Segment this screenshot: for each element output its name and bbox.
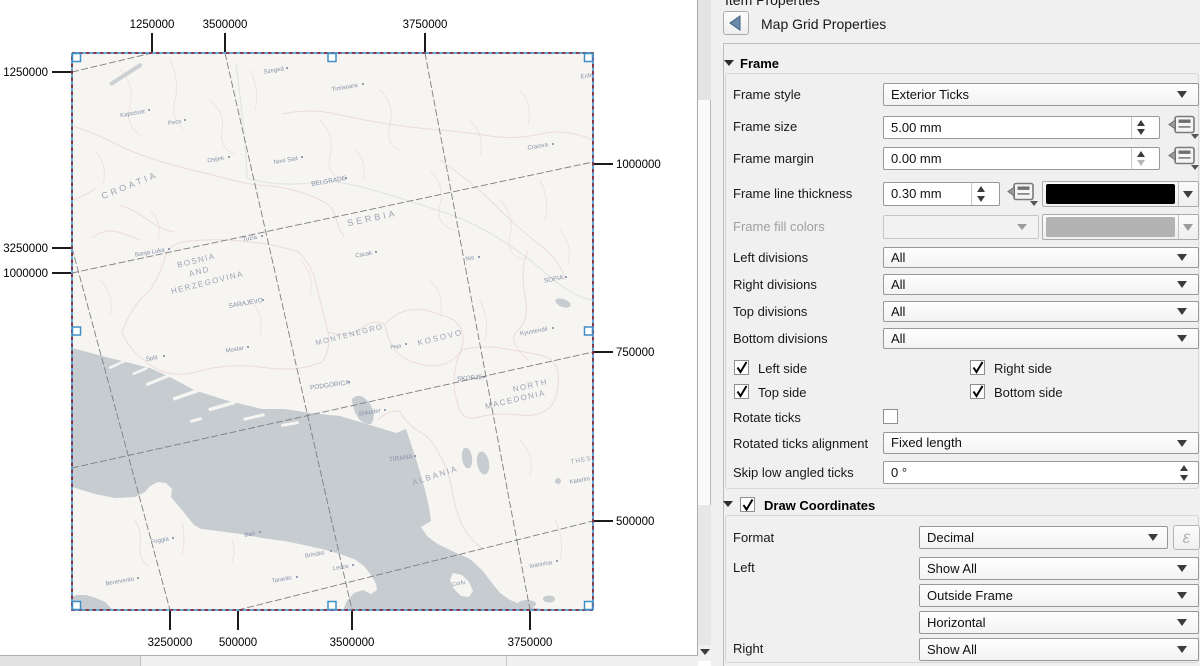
svg-text:1250000: 1250000 (130, 19, 175, 31)
svg-text:3500000: 3500000 (203, 19, 248, 31)
svg-text:500000: 500000 (219, 637, 257, 649)
svg-text:1000000: 1000000 (616, 159, 661, 171)
svg-text:3250000: 3250000 (3, 243, 48, 255)
svg-text:1000000: 1000000 (3, 268, 48, 280)
svg-text:1250000: 1250000 (3, 67, 48, 79)
svg-text:3750000: 3750000 (508, 637, 553, 649)
svg-text:3750000: 3750000 (403, 19, 448, 31)
svg-text:750000: 750000 (616, 347, 654, 359)
svg-text:500000: 500000 (616, 516, 654, 528)
svg-text:3250000: 3250000 (148, 637, 193, 649)
svg-text:3500000: 3500000 (330, 637, 375, 649)
